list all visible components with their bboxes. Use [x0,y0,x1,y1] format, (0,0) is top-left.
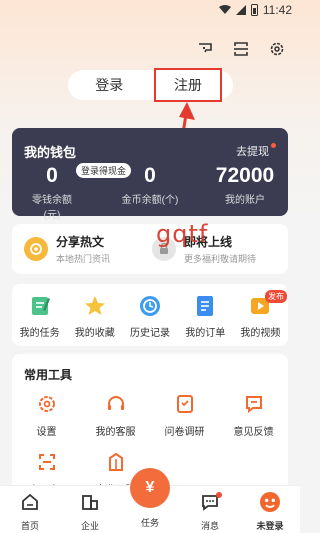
promo-subtitle: 更多福利敬请期待 [184,254,257,264]
task-icon [31,297,50,315]
cash-value: 0 [46,164,58,187]
quick-item-order[interactable]: 我的订单 [178,284,233,346]
account-balance[interactable]: 72000 我的账户 [212,164,278,206]
wallet-card: 我的钱包 去提现 登录得现金 0 零钱余额(元) 0 金币余额(个) 72000… [12,128,288,221]
account-label: 我的账户 [225,195,265,206]
tools-title: 常用工具 [24,368,73,382]
wallet-title: 我的钱包 [24,145,77,160]
quick-label: 我的任务 [19,328,60,339]
quick-label: 我的订单 [185,328,226,339]
promo-title: 分享热文 [56,235,105,249]
register-tab[interactable]: 注册 [154,68,222,102]
signal-icon [235,5,246,15]
nav-company[interactable]: 企业 [60,492,120,532]
coin-label: 金币余额(个) [121,195,179,206]
headset-icon [107,396,124,410]
quick-label: 我的收藏 [74,328,115,339]
nav-label: 企业 [80,521,99,531]
status-bar: 11:42 [0,0,300,20]
nav-label: 未登录 [256,521,284,531]
tool-feedback[interactable]: 意见反馈 [219,394,288,438]
scan-icon [38,454,55,470]
feedback-icon [245,396,262,413]
customer-service-icon[interactable] [196,40,214,58]
tool-label: 意见反馈 [233,427,274,438]
coin-value: 0 [144,164,156,187]
notification-dot [271,143,276,148]
star-icon [84,296,105,315]
nav-task-button[interactable]: ¥ [130,468,170,508]
coin-icon [24,237,48,261]
withdraw-label: 去提现 [236,146,269,158]
survey-icon [176,395,193,413]
scan-icon[interactable] [232,40,250,58]
cash-balance[interactable]: 0 零钱余额(元) [26,164,78,221]
gear-icon [38,396,55,412]
company-icon [82,495,98,510]
quick-item-task[interactable]: 我的任务 [12,284,67,346]
watermark-text: gqtf [156,220,209,248]
status-time: 11:42 [262,3,292,17]
quick-nav: 我的任务 我的收藏 历史记录 我的订单 发布 我的视频 [12,284,288,346]
history-icon [140,296,160,316]
quick-item-video[interactable]: 发布 我的视频 [233,284,288,346]
nav-label: 首页 [20,521,39,531]
promo-share[interactable]: 分享热文 本地热门资讯 [24,233,110,265]
coin-balance[interactable]: 0 金币余额(个) [112,164,188,206]
withdraw-link[interactable]: 去提现 [236,143,276,159]
publish-badge: 发布 [265,290,288,303]
cash-label: 零钱余额(元) [32,195,72,221]
order-icon [197,296,214,316]
nav-task-label: 任务 [140,518,159,528]
tool-settings[interactable]: 设置 [12,394,81,438]
tool-label: 设置 [36,427,57,438]
promo-subtitle: 本地热门资讯 [56,254,111,264]
avatar-icon [260,492,280,512]
tool-label: 我的客服 [95,427,136,438]
battery-icon [250,4,258,16]
tool-customer-service[interactable]: 我的客服 [81,394,150,438]
home-icon [22,493,38,510]
tool-survey[interactable]: 问卷调研 [150,394,219,438]
quick-item-history[interactable]: 历史记录 [122,284,177,346]
company-icon [108,452,123,471]
nav-me[interactable]: 未登录 [240,492,300,532]
quick-label: 我的视频 [240,328,281,339]
nav-home[interactable]: 首页 [0,492,60,532]
login-tab[interactable]: 登录 [68,75,151,95]
account-value: 72000 [215,164,275,187]
quick-item-favorite[interactable]: 我的收藏 [67,284,122,346]
nav-message[interactable]: 消息 [180,492,240,532]
bottom-nav: 首页 企业 ¥ 任务 消息 未登录 [0,468,300,533]
gear-icon[interactable] [268,40,286,58]
notification-dot [216,492,222,498]
promo-row: 分享热文 本地热门资讯 即将上线 更多福利敬请期待 [12,224,288,274]
tool-label: 问卷调研 [164,427,205,438]
nav-label: 消息 [200,521,219,531]
quick-label: 历史记录 [130,328,170,339]
wifi-icon [218,5,231,14]
